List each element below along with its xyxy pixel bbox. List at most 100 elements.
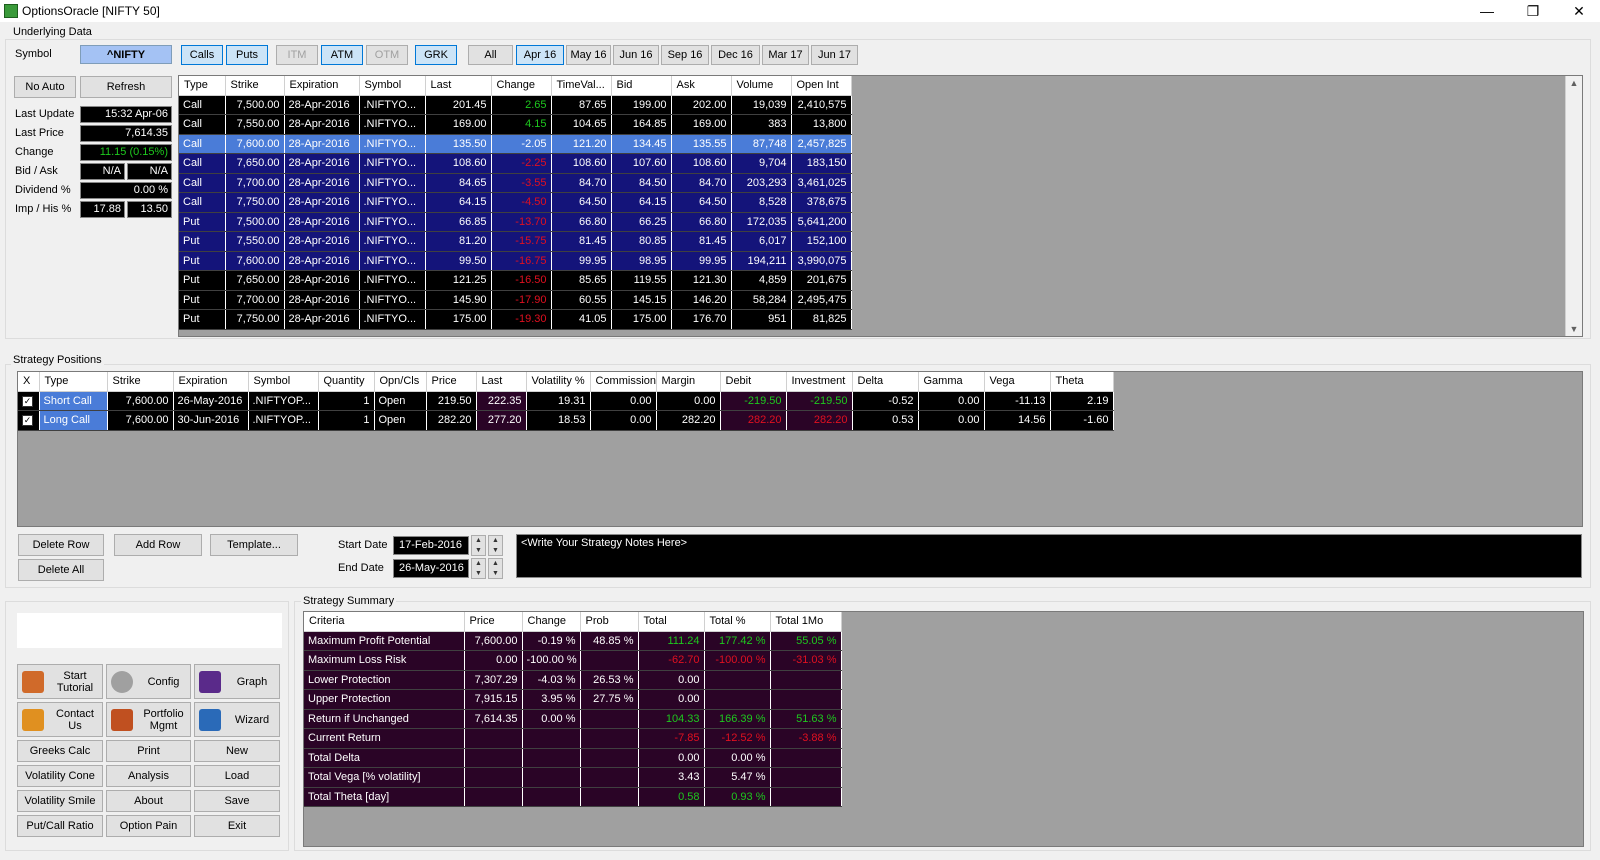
- volatility-cone-button[interactable]: Volatility Cone: [17, 765, 103, 787]
- expiry-dec16[interactable]: Dec 16: [711, 45, 760, 65]
- column-header[interactable]: Volume: [731, 76, 792, 96]
- spin-down-icon[interactable]: ▼: [489, 569, 502, 579]
- column-header[interactable]: Type: [179, 76, 226, 96]
- graph-button[interactable]: Graph: [194, 664, 280, 699]
- position-checkbox-cell[interactable]: ✓: [18, 410, 40, 431]
- end-date-spinner-2[interactable]: ▲ ▼: [488, 558, 503, 579]
- start-date-field[interactable]: 17-Feb-2016: [393, 536, 469, 555]
- end-date-spinner[interactable]: ▲ ▼: [471, 558, 486, 579]
- atm-toggle[interactable]: ATM: [321, 45, 363, 65]
- delete-all-button[interactable]: Delete All: [18, 559, 104, 581]
- add-row-button[interactable]: Add Row: [114, 534, 202, 556]
- column-header[interactable]: Commission: [590, 372, 657, 392]
- summary-row[interactable]: Return if Unchanged 7,614.35 0.00 % 104.33 1…: [304, 709, 842, 729]
- column-header[interactable]: Price: [426, 372, 477, 392]
- option-row[interactable]: Put 7,650.00 28-Apr-2016 .NIFTYO... 121.25 -1…: [179, 270, 852, 291]
- wizard-button[interactable]: Wizard: [194, 702, 280, 737]
- option-row[interactable]: Call 7,700.00 28-Apr-2016 .NIFTYO... 84.65 -3…: [179, 173, 852, 193]
- expiry-apr16[interactable]: Apr 16: [516, 45, 564, 65]
- symbol-field[interactable]: ^NIFTY: [80, 45, 172, 64]
- position-checkbox-cell[interactable]: ✓: [18, 391, 40, 411]
- spin-up-icon[interactable]: ▲: [472, 559, 485, 569]
- spin-down-icon[interactable]: ▼: [472, 569, 485, 579]
- start-date-spinner[interactable]: ▲ ▼: [471, 535, 486, 556]
- checkbox[interactable]: ✓: [22, 415, 33, 427]
- save-button[interactable]: Save: [194, 790, 280, 812]
- print-button[interactable]: Print: [106, 740, 191, 762]
- summary-row[interactable]: Total Vega [% volatility] 3.43 5.47 %: [304, 767, 842, 788]
- position-row[interactable]: ✓ Short Call 7,600.00 26-May-2016 .NIFTYOP..…: [18, 391, 1114, 411]
- option-row[interactable]: Put 7,550.00 28-Apr-2016 .NIFTYO... 81.20 -15…: [179, 231, 852, 252]
- summary-grid[interactable]: Criteria Price Change Prob Total Total % Total…: [303, 611, 1584, 847]
- template-button[interactable]: Template...: [210, 534, 298, 556]
- expiry-may16[interactable]: May 16: [566, 45, 611, 65]
- expiry-jun17[interactable]: Jun 17: [811, 45, 858, 65]
- options-chain-scrollbar[interactable]: ▲ ▼: [1565, 76, 1582, 336]
- contact-us-button[interactable]: Contact Us: [17, 702, 103, 737]
- config-button[interactable]: Config: [106, 664, 191, 699]
- spin-up-icon[interactable]: ▲: [489, 536, 502, 546]
- expiry-sep16[interactable]: Sep 16: [661, 45, 709, 65]
- option-row[interactable]: Call 7,650.00 28-Apr-2016 .NIFTYO... 108.60-…: [179, 153, 852, 174]
- option-row[interactable]: Put 7,500.00 28-Apr-2016 .NIFTYO... 66.85 -13…: [179, 212, 852, 232]
- column-header[interactable]: Opn/Cls: [374, 372, 427, 392]
- column-header[interactable]: Last: [476, 372, 527, 392]
- end-date-field[interactable]: 26-May-2016: [393, 559, 469, 578]
- column-header[interactable]: Gamma: [918, 372, 985, 392]
- expiry-jun16[interactable]: Jun 16: [613, 45, 659, 65]
- puts-toggle[interactable]: Puts: [226, 45, 268, 65]
- column-header[interactable]: Debit: [720, 372, 787, 392]
- checkbox[interactable]: ✓: [22, 395, 33, 407]
- option-row[interactable]: Call 7,750.00 28-Apr-2016 .NIFTYO... 64.15 -4…: [179, 192, 852, 213]
- start-tutorial-button[interactable]: Start Tutorial: [17, 664, 103, 699]
- column-header[interactable]: Prob: [580, 612, 639, 632]
- scroll-up-icon[interactable]: ▲: [1566, 78, 1582, 88]
- spin-down-icon[interactable]: ▼: [489, 546, 502, 556]
- summary-row[interactable]: Maximum Profit Potential 7,600.00 -0.19 % 4…: [304, 631, 842, 651]
- column-header[interactable]: TimeVal...: [551, 76, 612, 96]
- column-header[interactable]: X: [18, 372, 40, 392]
- column-header[interactable]: Total %: [704, 612, 771, 632]
- load-button[interactable]: Load: [194, 765, 280, 787]
- itm-toggle[interactable]: ITM: [276, 45, 318, 65]
- summary-row[interactable]: Upper Protection 7,915.15 3.95 % 27.75 % 0.0…: [304, 689, 842, 710]
- column-header[interactable]: Vega: [984, 372, 1051, 392]
- column-header[interactable]: Total 1Mo: [770, 612, 842, 632]
- greeks-calc-button[interactable]: Greeks Calc: [17, 740, 103, 762]
- restore-button[interactable]: ❐: [1510, 0, 1556, 22]
- option-row[interactable]: Put 7,600.00 28-Apr-2016 .NIFTYO... 99.50 -16…: [179, 251, 852, 271]
- expiry-all[interactable]: All: [468, 45, 513, 65]
- column-header[interactable]: Change: [522, 612, 581, 632]
- option-pain-button[interactable]: Option Pain: [106, 815, 191, 837]
- option-row[interactable]: Call 7,550.00 28-Apr-2016 .NIFTYO... 169.00 4…: [179, 114, 852, 135]
- column-header[interactable]: Quantity: [318, 372, 375, 392]
- position-row[interactable]: ✓ Long Call 7,600.00 30-Jun-2016 .NIFTYOP...…: [18, 410, 1114, 431]
- delete-row-button[interactable]: Delete Row: [18, 534, 104, 556]
- option-row[interactable]: Put 7,700.00 28-Apr-2016 .NIFTYO... 145.90 -1…: [179, 290, 852, 310]
- column-header[interactable]: Expiration: [284, 76, 360, 96]
- column-header[interactable]: Total: [638, 612, 705, 632]
- column-header[interactable]: Strike: [107, 372, 174, 392]
- spin-down-icon[interactable]: ▼: [472, 546, 485, 556]
- positions-grid[interactable]: X Type Strike Expiration Symbol Quantity Opn/C…: [17, 371, 1583, 527]
- calls-toggle[interactable]: Calls: [181, 45, 223, 65]
- column-header[interactable]: Volatility %: [526, 372, 591, 392]
- column-header[interactable]: Type: [39, 372, 108, 392]
- options-chain-grid[interactable]: Type Strike Expiration Symbol Last Change Time…: [178, 75, 1583, 337]
- refresh-button[interactable]: Refresh: [80, 76, 172, 98]
- volatility-smile-button[interactable]: Volatility Smile: [17, 790, 103, 812]
- column-header[interactable]: Change: [491, 76, 552, 96]
- column-header[interactable]: Criteria: [304, 612, 465, 632]
- column-header[interactable]: Price: [464, 612, 523, 632]
- close-button[interactable]: ✕: [1556, 0, 1600, 22]
- about-button[interactable]: About: [106, 790, 191, 812]
- column-header[interactable]: Margin: [656, 372, 721, 392]
- expiry-mar17[interactable]: Mar 17: [762, 45, 809, 65]
- minimize-button[interactable]: —: [1464, 0, 1510, 22]
- option-row[interactable]: Put 7,750.00 28-Apr-2016 .NIFTYO... 175.00 -1…: [179, 309, 852, 330]
- column-header[interactable]: Theta: [1050, 372, 1114, 392]
- spin-up-icon[interactable]: ▲: [489, 559, 502, 569]
- column-header[interactable]: Delta: [852, 372, 919, 392]
- summary-row[interactable]: Total Theta [day] 0.58 0.93 %: [304, 787, 842, 807]
- summary-row[interactable]: Lower Protection 7,307.29 -4.03 % 26.53 % 0.…: [304, 670, 842, 690]
